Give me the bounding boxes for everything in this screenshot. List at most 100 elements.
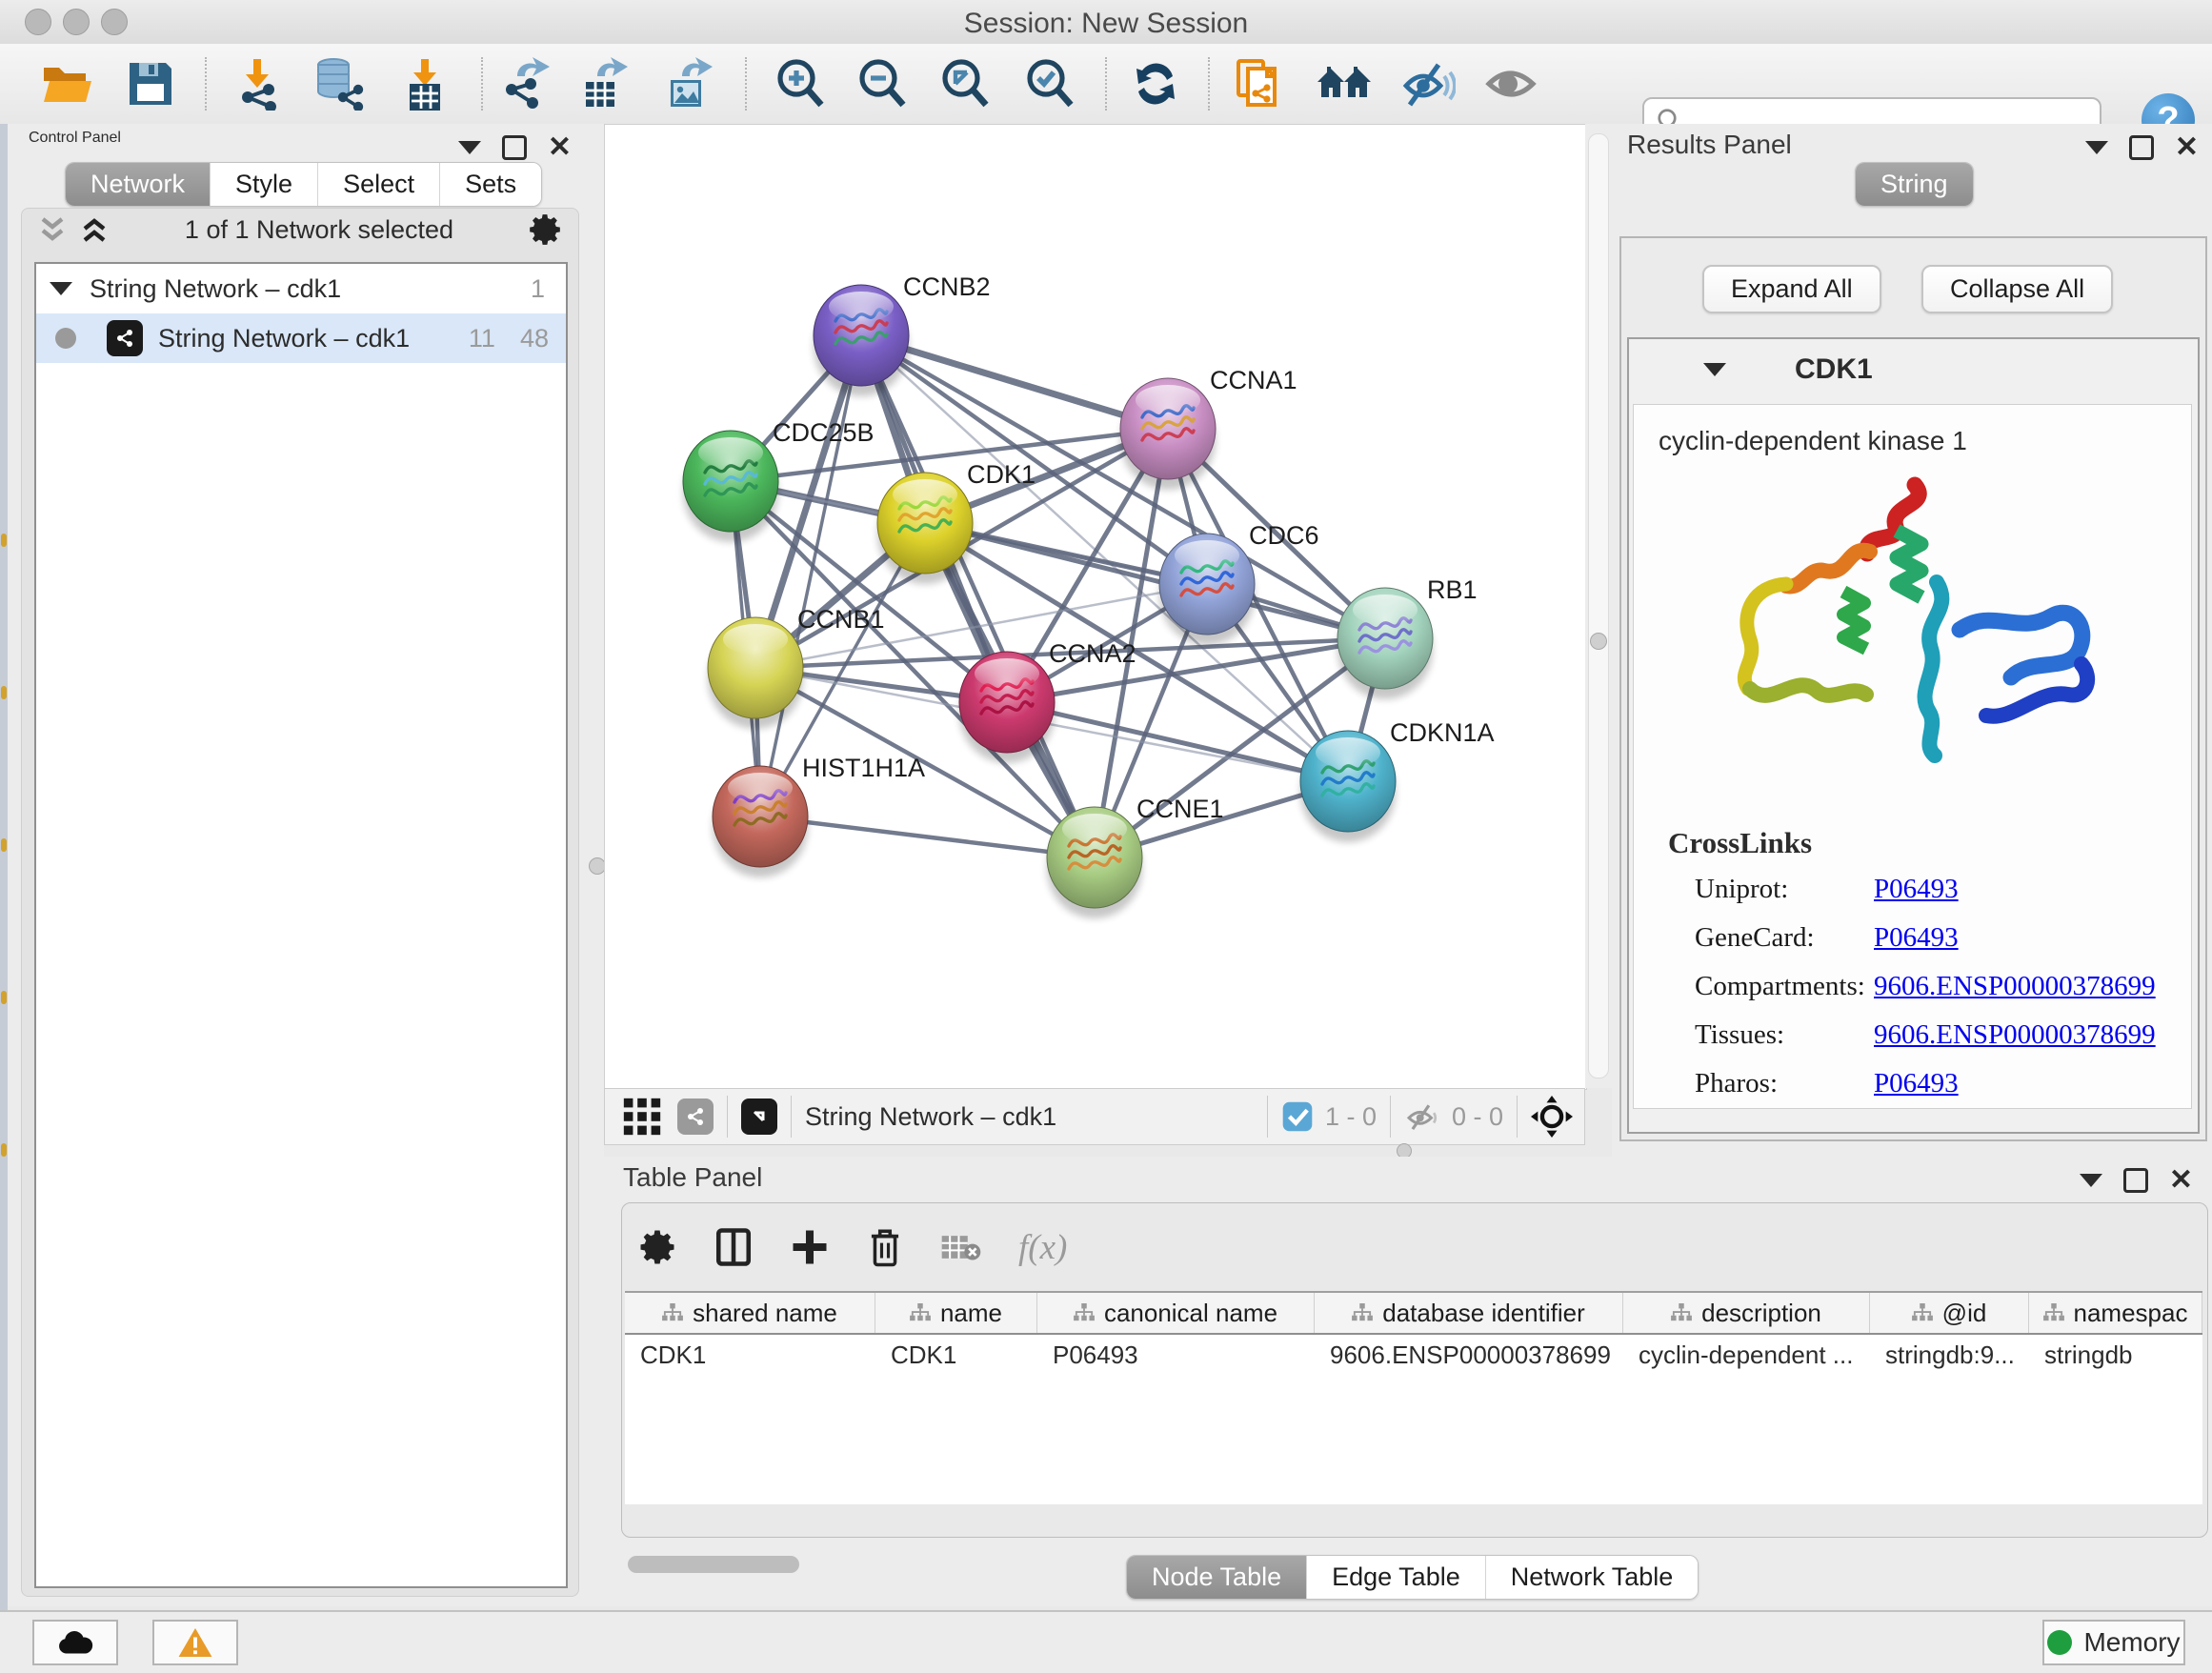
hide-selected-icon[interactable]: [1399, 55, 1457, 112]
export-table-icon[interactable]: [576, 55, 633, 112]
title-bar: Session: New Session: [0, 0, 2212, 45]
network-row[interactable]: String Network – cdk1 11 48: [36, 313, 566, 363]
open-session-icon[interactable]: [38, 55, 95, 112]
import-network-file-icon[interactable]: [229, 55, 286, 112]
show-all-icon[interactable]: [1482, 55, 1539, 112]
crosslink-row: Compartments:9606.ENSP00000378699: [1695, 971, 2171, 1002]
collapse-all-networks-icon[interactable]: [37, 215, 70, 244]
panel-close-icon[interactable]: ✕: [2169, 1171, 2193, 1190]
crosslink-link[interactable]: P06493: [1874, 922, 1959, 954]
refresh-view-icon[interactable]: [1127, 55, 1184, 112]
node-CDC6[interactable]: CDC6: [1159, 521, 1319, 645]
export-image-icon[interactable]: [661, 55, 718, 112]
edge-CCNA2-CDKN1A[interactable]: [1007, 702, 1348, 781]
fit-content-crosshair-icon[interactable]: [1531, 1096, 1573, 1138]
cloud-button[interactable]: [32, 1620, 118, 1665]
export-network-icon[interactable]: [496, 55, 553, 112]
panel-float-icon[interactable]: [2123, 1168, 2148, 1193]
tab-node-table[interactable]: Node Table: [1127, 1556, 1307, 1599]
node-RB1[interactable]: RB1: [1337, 575, 1478, 699]
tab-sets[interactable]: Sets: [440, 163, 541, 206]
collapse-all-button[interactable]: Collapse All: [1921, 265, 2113, 313]
table-hscrollbar-thumb[interactable]: [628, 1556, 799, 1573]
column-header-name[interactable]: name: [875, 1293, 1037, 1333]
column-header-namespac[interactable]: namespac: [2029, 1293, 2202, 1333]
tab-select[interactable]: Select: [318, 163, 440, 206]
crosslink-link[interactable]: 9606.ENSP00000378699: [1874, 971, 2156, 1002]
network-collection-row[interactable]: String Network – cdk1 1: [36, 264, 566, 313]
zoom-fit-icon[interactable]: [936, 55, 994, 112]
expand-all-networks-icon[interactable]: [79, 215, 111, 244]
panel-close-icon[interactable]: ✕: [548, 138, 572, 157]
birds-eye-view-icon[interactable]: [741, 1099, 777, 1135]
delete-column-trash-icon[interactable]: [866, 1226, 904, 1268]
tab-style[interactable]: Style: [211, 163, 318, 206]
expand-all-button[interactable]: Expand All: [1702, 265, 1881, 313]
column-header-database-identifier[interactable]: database identifier: [1315, 1293, 1623, 1333]
panel-menu-icon[interactable]: [2085, 141, 2108, 154]
column-header-shared-name[interactable]: shared name: [625, 1293, 875, 1333]
right-splitter[interactable]: [1585, 124, 1612, 1088]
import-table-file-icon[interactable]: [396, 55, 453, 112]
gene-section: CDK1 cyclin-dependent kinase 1 CrossLink…: [1627, 337, 2200, 1134]
cell-namespac[interactable]: stringdb: [2029, 1340, 2202, 1370]
zoom-out-icon[interactable]: [854, 55, 911, 112]
panel-float-icon[interactable]: [2129, 135, 2154, 160]
panel-float-icon[interactable]: [502, 135, 527, 160]
add-column-plus-icon[interactable]: [790, 1227, 830, 1267]
zoom-selected-icon[interactable]: [1021, 55, 1078, 112]
horizontal-splitter[interactable]: [604, 1145, 1585, 1157]
tab-network[interactable]: Network: [66, 163, 211, 206]
tab-network-table[interactable]: Network Table: [1486, 1556, 1699, 1599]
save-session-icon[interactable]: [122, 55, 179, 112]
left-splitter[interactable]: [589, 124, 604, 1606]
gene-section-header[interactable]: CDK1: [1629, 339, 2198, 400]
panel-close-icon[interactable]: ✕: [2175, 138, 2199, 157]
table-settings-gear-icon[interactable]: [637, 1227, 677, 1267]
column-header-@id[interactable]: @id: [1870, 1293, 2029, 1333]
panel-menu-icon[interactable]: [2080, 1174, 2102, 1187]
memory-button[interactable]: Memory: [2042, 1620, 2185, 1665]
copy-style-icon[interactable]: [1231, 55, 1288, 112]
edge-HIST1H1A-CCNE1[interactable]: [760, 816, 1095, 857]
column-type-icon: [1352, 1303, 1373, 1322]
crosslink-link[interactable]: 9606.ENSP00000378699: [1874, 1019, 2156, 1051]
node-CDC25B[interactable]: CDC25B: [683, 418, 875, 542]
crosslink-link[interactable]: P06493: [1874, 874, 1959, 905]
node-CCNB2[interactable]: CCNB2: [814, 272, 991, 396]
cell-@id[interactable]: stringdb:9...: [1870, 1340, 2029, 1370]
selected-checkbox-icon[interactable]: [1281, 1100, 1314, 1133]
right-splitter-handle[interactable]: [1590, 633, 1607, 650]
panel-menu-icon[interactable]: [458, 141, 481, 154]
node-CDKN1A[interactable]: CDKN1A: [1300, 718, 1495, 842]
first-neighbors-icon[interactable]: [1316, 55, 1373, 112]
cell-description[interactable]: cyclin-dependent ...: [1623, 1340, 1870, 1370]
table-row[interactable]: CDK1CDK1P064939606.ENSP00000378699cyclin…: [625, 1335, 2202, 1375]
gene-expander-icon[interactable]: [1703, 363, 1726, 376]
column-header-canonical-name[interactable]: canonical name: [1037, 1293, 1315, 1333]
crosslink-link[interactable]: P06493: [1874, 1068, 1959, 1099]
cell-shared-name[interactable]: CDK1: [625, 1340, 875, 1370]
function-builder-icon[interactable]: f(x): [1018, 1227, 1067, 1268]
network-view-share-icon[interactable]: [677, 1099, 714, 1135]
grid-view-icon[interactable]: [620, 1095, 664, 1139]
zoom-in-icon[interactable]: [772, 55, 829, 112]
column-header-description[interactable]: description: [1623, 1293, 1870, 1333]
cell-database-identifier[interactable]: 9606.ENSP00000378699: [1315, 1340, 1623, 1370]
node-CCNA2[interactable]: CCNA2: [959, 639, 1136, 763]
cell-name[interactable]: CDK1: [875, 1340, 1037, 1370]
node-CCNE1[interactable]: CCNE1: [1047, 795, 1224, 918]
node-HIST1H1A[interactable]: HIST1H1A: [713, 754, 925, 877]
node-CDK1[interactable]: CDK1: [877, 460, 1036, 584]
show-columns-icon[interactable]: [714, 1227, 754, 1267]
tab-string[interactable]: String: [1856, 163, 1973, 206]
network-options-gear-icon[interactable]: [527, 212, 563, 248]
collection-expander-icon[interactable]: [50, 282, 72, 295]
node-CCNB1[interactable]: CCNB1: [708, 605, 885, 729]
delete-table-icon[interactable]: [940, 1231, 982, 1263]
import-network-database-icon[interactable]: [309, 55, 366, 112]
network-canvas[interactable]: CCNB2CCNA1CDC25BCDK1CDC6RB1CCNB1CCNA2CDK…: [604, 124, 1587, 1090]
warnings-button[interactable]: [152, 1620, 238, 1665]
cell-canonical-name[interactable]: P06493: [1037, 1340, 1315, 1370]
tab-edge-table[interactable]: Edge Table: [1307, 1556, 1486, 1599]
